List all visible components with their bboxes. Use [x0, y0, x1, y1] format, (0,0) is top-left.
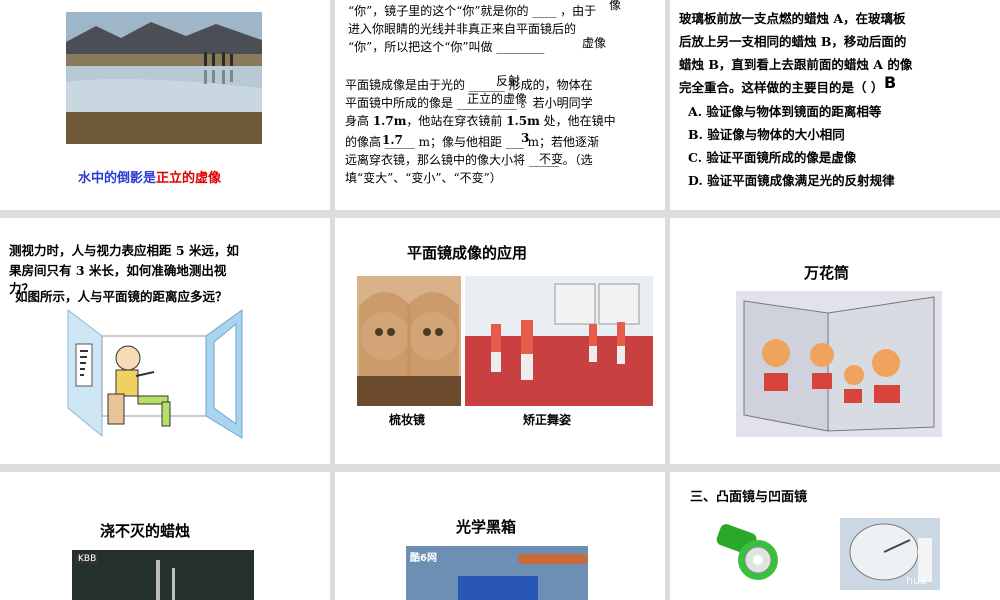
slide-plane-mirror-questions[interactable]: “你”，镜子里的这个“你”就是你的 ____ ，由于 进入你眼睛的光线并非真正来… [335, 0, 665, 210]
dressing-mirror-photo [357, 276, 461, 406]
slide-reflection-photo[interactable]: 水中的倒影是正立的虚像 [0, 0, 330, 210]
answer-image: 像 [609, 0, 622, 12]
video-logo: KBB [76, 554, 99, 564]
caption-part2: 正立的虚像 [156, 171, 222, 186]
slide-eye-test-mirror[interactable]: 测视力时，人与视力表应相距 5 米远，如 果房间只有 3 米长，如何准确地测出视… [0, 218, 330, 464]
answer-unchanged: 不变 [539, 152, 564, 166]
candle-video-frame: KBB [72, 550, 254, 600]
q3-option-c: C. 验证平面镜所成的像是虚像 [688, 150, 857, 165]
slide-mirror-applications[interactable]: 平面镜成像的应用 梳妆镜 矫正舞姿 [335, 218, 665, 464]
q3-line1: 玻璃板前放一支点燃的蜡烛 A，在玻璃板 [679, 11, 906, 26]
eye-test-diagram [67, 308, 243, 439]
answer-virtual-image: 虚像 [582, 36, 607, 50]
caption-part1: 水中的倒影是 [78, 171, 157, 186]
q3-line4: 完全重合。这样做的主要目的是（ ） [679, 80, 884, 95]
answer-reflection: 反射 [496, 74, 521, 88]
s6-title: 万花筒 [804, 264, 850, 282]
video-logo-k6: 酷6网 [410, 553, 437, 564]
s5-caption-left: 梳妆镜 [389, 413, 426, 427]
q4-line4: 如图所示，人与平面镜的距离应多远？ [15, 289, 228, 304]
answer-distance: 3 [521, 131, 530, 145]
q3-line2: 后放上另一支相同的蜡烛 B，移动后面的 [679, 34, 907, 49]
s5-caption-right: 矫正舞姿 [523, 413, 572, 427]
slide-convex-concave-mirrors[interactable]: 三、凸面镜与凹面镜 hua [670, 472, 1000, 600]
q1-line2: 进入你眼睛的光线并非真正来自平面镜后的 [348, 22, 577, 36]
black-box-video-frame: 酷6网 [406, 546, 588, 600]
satellite-dish-photo: hua [840, 518, 940, 590]
reflection-caption: 水中的倒影是正立的虚像 [78, 167, 221, 186]
q3-answer: B [884, 73, 897, 92]
q1-line1: “你”，镜子里的这个“你”就是你的 ____ ，由于 [348, 4, 597, 18]
kaleidoscope-photo [736, 291, 942, 437]
flashlight-photo [716, 518, 782, 590]
watermark-text: hua [906, 574, 927, 587]
q2-line6: 填“变大”、“变小”、“不变”） [345, 171, 502, 185]
reflection-lake-photo [66, 12, 262, 144]
s5-title: 平面镜成像的应用 [407, 244, 528, 262]
s9-title: 三、凸面镜与凹面镜 [690, 490, 808, 505]
q3-option-d: D. 验证平面镜成像满足光的反射规律 [688, 173, 895, 188]
q3-option-a: A. 验证像与物体到镜面的距离相等 [688, 104, 882, 119]
answer-height: 1.7 [382, 133, 403, 147]
slide-candle[interactable]: 浇不灭的蜡烛 KBB [0, 472, 330, 600]
q4-line1: 测视力时，人与视力表应相距 5 米远，如 [9, 243, 239, 258]
slide-kaleidoscope[interactable]: 万花筒 [670, 218, 1000, 464]
answer-upright-virtual: 正立的虚像 [467, 92, 528, 106]
s8-title: 光学黑箱 [456, 518, 517, 536]
q3-line3: 蜡烛 B，直到看上去跟前面的蜡烛 A 的像 [679, 57, 913, 72]
q3-option-b: B. 验证像与物体的大小相同 [688, 127, 845, 142]
q4-line2: 果房间只有 3 米长，如何准确地测出视 [9, 263, 227, 278]
q1-line3: “你”，所以把这个“你”叫做 ________ [348, 40, 545, 54]
slide-optical-black-box[interactable]: 光学黑箱 酷6网 [335, 472, 665, 600]
s7-title: 浇不灭的蜡烛 [100, 522, 191, 540]
dance-studio-photo [465, 276, 653, 406]
slide-candle-experiment[interactable]: 玻璃板前放一支点燃的蜡烛 A，在玻璃板 后放上另一支相同的蜡烛 B，移动后面的 … [670, 0, 1000, 210]
q2-line3: 身高 1.7m，他站在穿衣镜前 1.5m 处，他在镜中 [345, 114, 616, 128]
